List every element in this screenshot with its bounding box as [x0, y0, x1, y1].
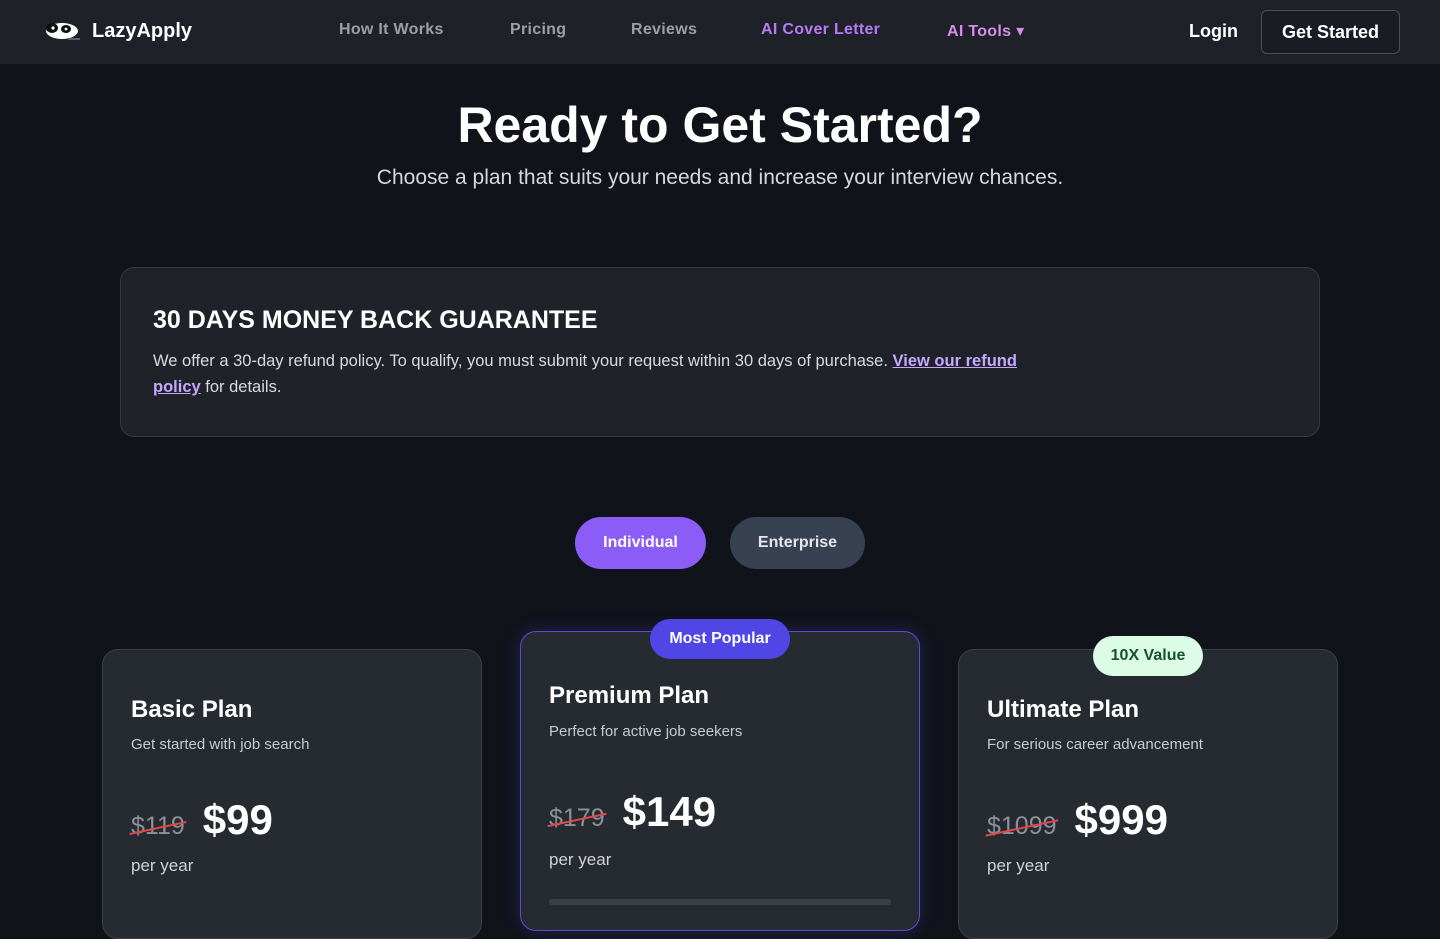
money-back-guarantee-panel: 30 DAYS MONEY BACK GUARANTEE We offer a … — [120, 267, 1320, 437]
old-price: $119 — [131, 812, 185, 840]
guarantee-suffix: for details. — [205, 378, 282, 396]
old-price: $1099 — [987, 812, 1057, 840]
value-badge: 10X Value — [1093, 636, 1203, 676]
page-subtitle: Choose a plan that suits your needs and … — [376, 166, 1064, 189]
current-price: $999 — [1074, 796, 1168, 843]
guarantee-title: 30 DAYS MONEY BACK GUARANTEE — [153, 306, 598, 334]
price-row: $1099 $999 — [987, 796, 1168, 844]
individual-toggle-button[interactable]: Individual — [575, 517, 706, 569]
guarantee-description: We offer a 30-day refund policy. To qual… — [153, 352, 888, 370]
get-started-button[interactable]: Get Started — [1261, 10, 1400, 54]
plan-name: Basic Plan — [131, 696, 253, 723]
panda-logo-icon — [42, 18, 82, 44]
basic-plan-card: Basic Plan Get started with job search $… — [102, 649, 482, 939]
current-price: $99 — [202, 796, 273, 843]
nav-ai-cover-letter[interactable]: AI Cover Letter — [761, 21, 880, 39]
nav-how-it-works[interactable]: How It Works — [339, 21, 444, 39]
plan-description: Perfect for active job seekers — [549, 723, 743, 740]
guarantee-text: We offer a 30-day refund policy. To qual… — [153, 348, 1023, 400]
billing-period: per year — [549, 850, 612, 869]
premium-plan-card: Premium Plan Perfect for active job seek… — [520, 631, 920, 931]
nav-reviews[interactable]: Reviews — [631, 21, 697, 39]
nav-ai-tools-dropdown[interactable]: AI Tools ▾ — [947, 21, 1024, 41]
billing-period: per year — [131, 856, 194, 875]
brand-logo-link[interactable]: LazyApply — [42, 18, 192, 44]
most-popular-badge: Most Popular — [650, 619, 790, 659]
billing-period: per year — [987, 856, 1050, 875]
page-title: Ready to Get Started? — [457, 97, 983, 153]
plan-name: Ultimate Plan — [987, 696, 1140, 723]
price-row: $119 $99 — [131, 796, 273, 844]
old-price: $179 — [549, 804, 605, 832]
top-navbar: LazyApply How It Works Pricing Reviews A… — [0, 0, 1440, 64]
plan-name: Premium Plan — [549, 682, 710, 709]
login-link[interactable]: Login — [1189, 21, 1238, 42]
price-row: $179 $149 — [549, 788, 716, 836]
ultimate-plan-card: Ultimate Plan For serious career advance… — [958, 649, 1338, 939]
enterprise-toggle-button[interactable]: Enterprise — [730, 517, 865, 569]
plan-description: Get started with job search — [131, 736, 310, 753]
brand-name: LazyApply — [92, 19, 193, 42]
nav-pricing[interactable]: Pricing — [510, 21, 566, 39]
plan-description: For serious career advancement — [987, 736, 1203, 753]
current-price: $149 — [622, 788, 717, 835]
